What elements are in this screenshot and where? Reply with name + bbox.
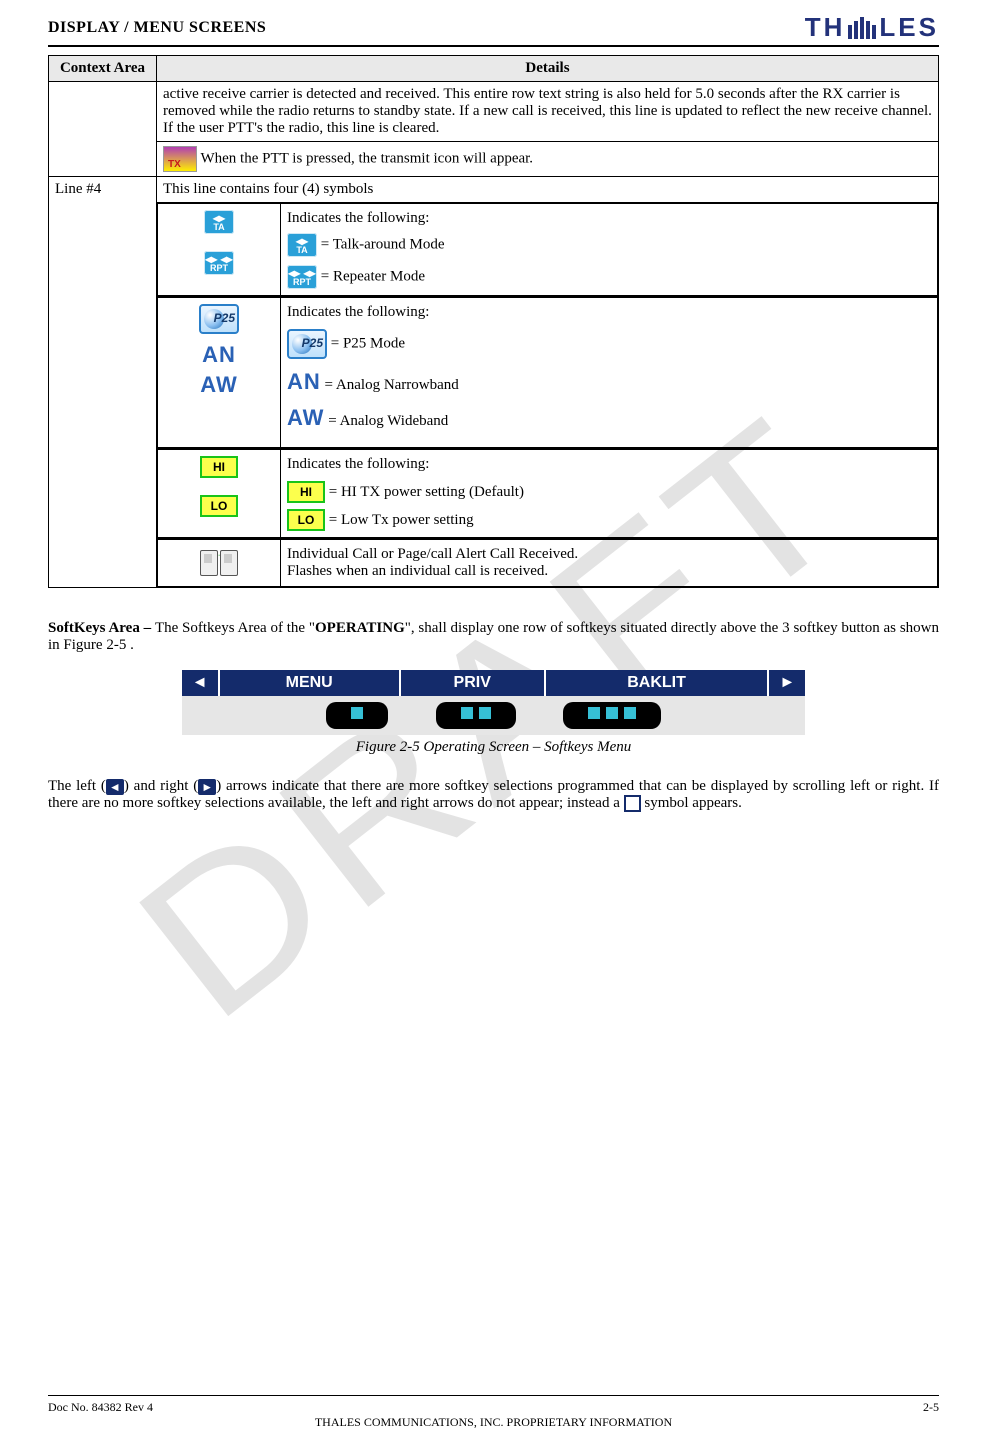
p25-icon: P25 [199,304,239,334]
softkey-button-2[interactable] [436,702,516,729]
symbol-desc-2: Indicates the following: P25 = P25 Mode … [281,298,938,448]
softkey-right-arrow[interactable]: ► [768,670,805,696]
p25-icon-inline: P25 [287,329,327,359]
context-cell-blank [49,82,157,177]
left-arrow-icon: ◄ [106,779,124,795]
lo-power-icon-inline: LO [287,509,325,531]
footer-docno: Doc No. 84382 Rev 4 [48,1400,153,1415]
an-icon-inline: AN [287,369,321,394]
symbol-group-3: HI LO Indicates the following: HI = HI T… [157,449,938,538]
footer-pageno: 2-5 [923,1400,939,1415]
softkeys-bar: ◄ MENU PRIV BAKLIT ► [182,670,806,696]
brand-logo: TH LES [805,12,939,43]
aw-icon: AW [164,372,274,398]
hi-power-icon: HI [200,456,238,478]
softkey-button-row [182,696,806,735]
context-details-table: Context Area Details active receive carr… [48,55,939,588]
symbol-desc-3: Indicates the following: HI = HI TX powe… [281,450,938,538]
arrows-paragraph: The left (◄) and right (►) arrows indica… [48,778,939,812]
repeater-icon-inline: ◂▸ ◂▸RPT [287,265,317,289]
col-header-context: Context Area [49,56,157,82]
page-header: DISPLAY / MENU SCREENS TH LES [48,12,939,47]
lo-power-icon: LO [200,495,238,517]
symbol-cell-indcall: → [158,540,281,587]
right-arrow-icon: ► [198,779,216,795]
symbol-group-1: ◂▸TA ◂▸ ◂▸RPT Indicates the following: ◂… [157,203,938,296]
softkey-button-3[interactable] [563,702,661,729]
hi-power-icon-inline: HI [287,481,325,503]
context-cell-line4: Line #4 [49,177,157,588]
footer-proprietary: THALES COMMUNICATIONS, INC. PROPRIETARY … [48,1415,939,1430]
col-header-details: Details [157,56,939,82]
details-rx-carrier: active receive carrier is detected and r… [157,82,939,142]
softkeys-figure: ◄ MENU PRIV BAKLIT ► Figure 2-5 Operatin… [182,670,806,756]
symbol-group-2: P25 AN AW Indicates the following: P25 =… [157,297,938,448]
symbol-cell-ta-rpt: ◂▸TA ◂▸ ◂▸RPT [158,204,281,296]
softkey-menu[interactable]: MENU [219,670,400,696]
section-title: DISPLAY / MENU SCREENS [48,19,266,37]
aw-icon-inline: AW [287,405,324,430]
symbol-group-4: → Individual Call or Page/call Alert Cal… [157,539,938,587]
symbol-desc-4: Individual Call or Page/call Alert Call … [281,540,938,587]
page-footer: Doc No. 84382 Rev 4 2-5 THALES COMMUNICA… [48,1395,939,1430]
tx-icon [163,146,197,172]
symbol-desc-1: Indicates the following: ◂▸TA = Talk-aro… [281,204,938,296]
individual-call-icon: → [196,546,242,576]
talkaround-icon-inline: ◂▸TA [287,233,317,257]
softkeys-paragraph: SoftKeys Area – The Softkeys Area of the… [48,620,939,654]
line4-intro: This line contains four (4) symbols [157,177,939,203]
symbol-cell-mode: P25 AN AW [158,298,281,448]
softkey-left-arrow[interactable]: ◄ [182,670,219,696]
an-icon: AN [164,342,274,368]
softkey-baklit[interactable]: BAKLIT [545,670,769,696]
softkey-priv[interactable]: PRIV [400,670,545,696]
stop-square-icon [624,795,641,812]
figure-caption: Figure 2-5 Operating Screen – Softkeys M… [182,739,806,756]
details-tx-icon-row: When the PTT is pressed, the transmit ic… [157,142,939,177]
symbol-cell-power: HI LO [158,450,281,538]
talkaround-icon: ◂▸TA [204,210,234,234]
softkey-button-1[interactable] [326,702,388,729]
repeater-icon: ◂▸ ◂▸RPT [204,251,234,275]
